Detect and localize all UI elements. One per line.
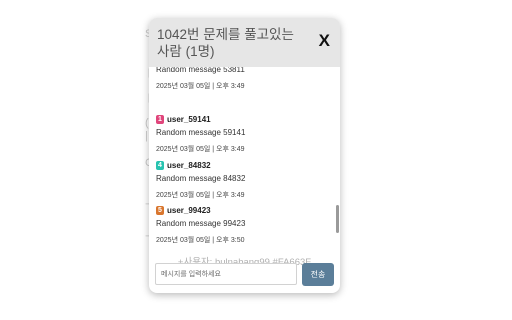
user-badge-icon: 4 [156,160,164,170]
user-badge-icon: 1 [156,114,164,124]
message-time: 2025년 03월 05일 | 오후 3:49 [156,83,245,90]
scrollbar-thumb[interactable] [336,205,339,233]
send-button[interactable]: 전송 [302,263,334,286]
message-username: user_84832 [167,160,211,170]
message-username: user_59141 [167,114,211,124]
message-time: 2025년 03월 05일 | 오후 3:50 [156,237,245,244]
message-user: 4 user_84832 [156,159,332,171]
message-user: 5 user_99423 [156,204,332,216]
message-item: 5 user_99423 Random message 99423 2025년 … [156,204,332,245]
popup-header: 1042번 문제를 풀고있는 사람 (1명) X [149,18,340,67]
message-time: 2025년 03월 05일 | 오후 3:49 [156,192,245,199]
message-text: Random message 84832 [156,174,246,183]
background-text: | [145,130,148,142]
message-text: Random message 53811 [156,67,245,74]
chat-popup: 1042번 문제를 풀고있는 사람 (1명) X Random message … [149,18,340,293]
message-list[interactable]: Random message 53811 2025년 03월 05일 | 오후 … [149,67,340,254]
message-time: 2025년 03월 05일 | 오후 3:49 [156,146,245,153]
message-user: 1 user_59141 [156,113,332,125]
message-input[interactable] [155,263,297,285]
close-button[interactable]: X [319,31,330,51]
message-item: 4 user_84832 Random message 84832 2025년 … [156,159,332,200]
message-item: Random message 53811 2025년 03월 05일 | 오후 … [156,67,332,91]
message-item: 1 user_59141 Random message 59141 2025년 … [156,113,332,154]
user-badge-icon: 5 [156,205,164,215]
message-text: Random message 99423 [156,219,246,228]
popup-title: 1042번 문제를 풀고있는 사람 (1명) [157,27,294,59]
message-text: Random message 59141 [156,128,246,137]
message-username: user_99423 [167,205,211,215]
